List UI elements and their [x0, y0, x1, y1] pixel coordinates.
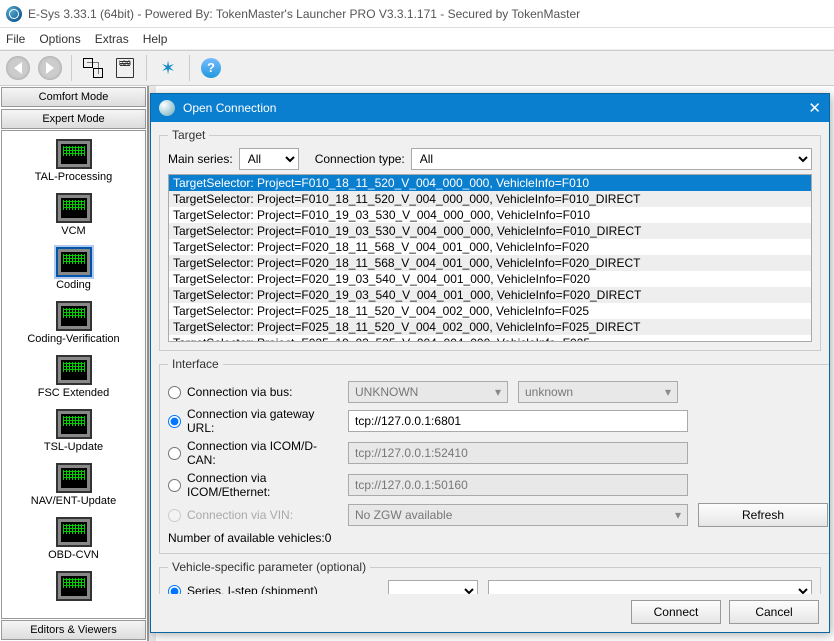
connect-button-icon[interactable]	[79, 54, 107, 82]
vehicle-specific-fieldset: Vehicle-specific parameter (optional) Se…	[159, 560, 821, 594]
target-row[interactable]: TargetSelector: Project=F010_18_11_520_V…	[169, 175, 811, 191]
target-row[interactable]: TargetSelector: Project=F020_19_03_540_V…	[169, 271, 811, 287]
close-icon[interactable]: ✕	[808, 99, 821, 117]
istep-select[interactable]	[488, 580, 812, 594]
target-row[interactable]: TargetSelector: Project=F020_18_11_568_V…	[169, 239, 811, 255]
target-row[interactable]: TargetSelector: Project=F010_19_03_530_V…	[169, 223, 811, 239]
menu-help[interactable]: Help	[143, 32, 168, 46]
accordion-comfort-mode[interactable]: Comfort Mode	[1, 87, 146, 107]
radio-gateway[interactable]: Connection via gateway URL:	[168, 407, 338, 435]
vsp-legend: Vehicle-specific parameter (optional)	[168, 560, 370, 574]
gateway-url-input[interactable]	[348, 410, 688, 432]
target-row[interactable]: TargetSelector: Project=F025_19_03_535_V…	[169, 335, 811, 342]
radio-bus[interactable]: Connection via bus:	[168, 385, 338, 399]
sidebar-item-fsc-extended[interactable]: FSC Extended	[2, 351, 145, 405]
sidebar-item-extra[interactable]	[2, 567, 145, 609]
target-row[interactable]: TargetSelector: Project=F025_18_11_520_V…	[169, 319, 811, 335]
sidebar-item-label: NAV/ENT-Update	[2, 495, 145, 507]
nav-forward-button[interactable]	[36, 54, 64, 82]
refresh-button[interactable]: Refresh	[698, 503, 828, 527]
sidebar: Comfort Mode Expert Mode TAL-Processing …	[0, 86, 148, 641]
refresh-icon[interactable]: ✶	[154, 54, 182, 82]
radio-icom-ethernet[interactable]: Connection via ICOM/Ethernet:	[168, 471, 338, 499]
toolbar: ✶ ?	[0, 50, 834, 86]
sidebar-item-label: TSL-Update	[2, 441, 145, 453]
connect-button[interactable]: Connect	[631, 600, 721, 624]
target-row[interactable]: TargetSelector: Project=F010_19_03_530_V…	[169, 207, 811, 223]
window-titlebar: E-Sys 3.33.1 (64bit) - Powered By: Token…	[0, 0, 834, 28]
dialog-title: Open Connection	[183, 101, 276, 115]
menu-options[interactable]: Options	[39, 32, 80, 46]
sidebar-item-coding-verification[interactable]: Coding-Verification	[2, 297, 145, 351]
interface-legend: Interface	[168, 357, 223, 371]
sidebar-items: TAL-Processing VCM Coding Coding-Verific…	[1, 130, 146, 619]
connection-type-label: Connection type:	[315, 152, 405, 166]
series-select[interactable]	[388, 580, 478, 594]
sidebar-item-label: Coding	[2, 279, 145, 291]
main-series-label: Main series:	[168, 152, 233, 166]
interface-fieldset: Interface Connection via bus: UNKNOWN un…	[159, 357, 829, 554]
sidebar-item-tsl-update[interactable]: TSL-Update	[2, 405, 145, 459]
sidebar-item-label: FSC Extended	[2, 387, 145, 399]
target-row[interactable]: TargetSelector: Project=F020_18_11_568_V…	[169, 255, 811, 271]
radio-series-istep[interactable]: Series, I-step (shipment)	[168, 584, 378, 594]
connection-type-select[interactable]: All	[411, 148, 812, 170]
sidebar-item-vcm[interactable]: VCM	[2, 189, 145, 243]
sidebar-item-obd-cvn[interactable]: OBD-CVN	[2, 513, 145, 567]
target-row[interactable]: TargetSelector: Project=F010_18_11_520_V…	[169, 191, 811, 207]
icom-ethernet-input	[348, 474, 688, 496]
dialog-titlebar: Open Connection ✕	[151, 94, 829, 122]
dialog-footer: Connect Cancel	[151, 594, 829, 632]
window-title: E-Sys 3.33.1 (64bit) - Powered By: Token…	[28, 7, 580, 21]
available-vehicles-label: Number of available vehicles:0	[168, 531, 828, 545]
bus-select-1: UNKNOWN	[348, 381, 508, 403]
radio-icom-dcan[interactable]: Connection via ICOM/D-CAN:	[168, 439, 338, 467]
vin-select: No ZGW available	[348, 504, 688, 526]
log-button-icon[interactable]	[111, 54, 139, 82]
sidebar-item-label: TAL-Processing	[2, 171, 145, 183]
target-fieldset: Target Main series: All Connection type:…	[159, 128, 821, 351]
cancel-button[interactable]: Cancel	[729, 600, 819, 624]
menu-file[interactable]: File	[6, 32, 25, 46]
sidebar-item-label: Coding-Verification	[2, 333, 145, 345]
sidebar-item-tal-processing[interactable]: TAL-Processing	[2, 135, 145, 189]
menu-extras[interactable]: Extras	[95, 32, 129, 46]
icom-dcan-input	[348, 442, 688, 464]
sidebar-item-nav-ent-update[interactable]: NAV/ENT-Update	[2, 459, 145, 513]
sidebar-item-coding[interactable]: Coding	[2, 243, 145, 297]
menubar: File Options Extras Help	[0, 28, 834, 50]
target-legend: Target	[168, 128, 209, 142]
target-list[interactable]: TargetSelector: Project=F010_18_11_520_V…	[168, 174, 812, 342]
main-series-select[interactable]: All	[239, 148, 299, 170]
bus-select-2: unknown	[518, 381, 678, 403]
radio-vin: Connection via VIN:	[168, 508, 338, 522]
target-row[interactable]: TargetSelector: Project=F025_18_11_520_V…	[169, 303, 811, 319]
app-logo-icon	[6, 6, 22, 22]
open-connection-dialog: Open Connection ✕ Target Main series: Al…	[150, 93, 830, 633]
sidebar-item-label: OBD-CVN	[2, 549, 145, 561]
help-icon[interactable]: ?	[197, 54, 225, 82]
target-row[interactable]: TargetSelector: Project=F020_19_03_540_V…	[169, 287, 811, 303]
sidebar-item-label: VCM	[2, 225, 145, 237]
accordion-expert-mode[interactable]: Expert Mode	[1, 109, 146, 129]
accordion-editors-viewers[interactable]: Editors & Viewers	[1, 620, 146, 640]
dialog-logo-icon	[159, 100, 175, 116]
nav-back-button[interactable]	[4, 54, 32, 82]
